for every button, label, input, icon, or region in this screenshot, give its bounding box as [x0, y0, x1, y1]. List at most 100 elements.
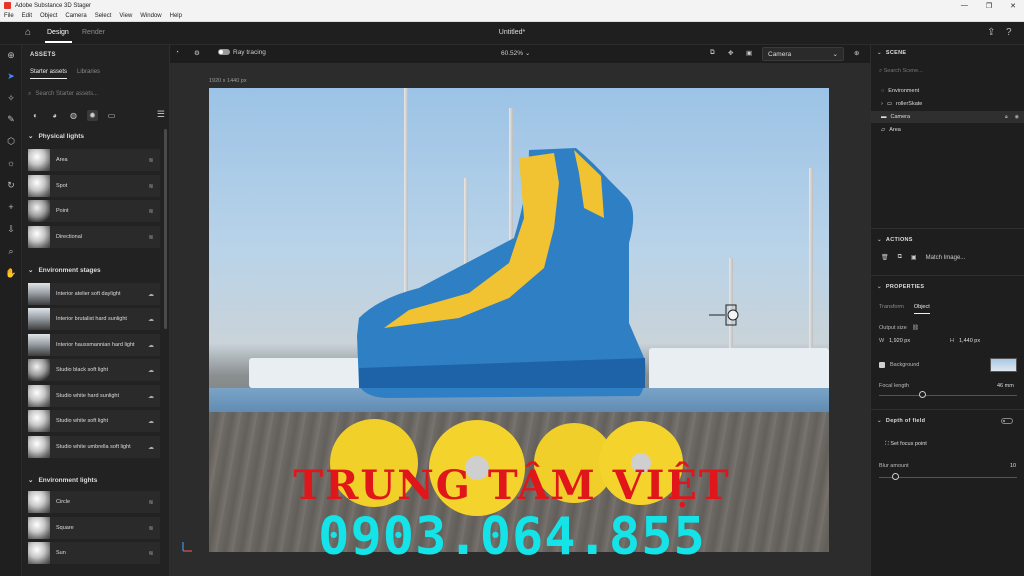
focal-length-slider-track[interactable] [879, 395, 1017, 396]
close-button[interactable]: ✕ [1010, 2, 1016, 10]
match-image-button[interactable]: Match Image... [926, 255, 966, 261]
add-icon[interactable]: ⊕ [5, 49, 17, 61]
snapshot-icon[interactable]: ▣ [746, 49, 752, 57]
tab-object[interactable]: Object [913, 304, 930, 314]
list-view-icon[interactable]: ☰ [157, 109, 165, 120]
match-image-icon[interactable]: ▣ [911, 254, 917, 261]
scene-item-area[interactable]: ▱ Area [871, 124, 1024, 136]
focal-length-slider-knob[interactable] [919, 391, 926, 398]
menu-select[interactable]: Select [95, 13, 112, 19]
duplicate-icon[interactable]: ⧉ [898, 254, 902, 261]
background-image-swatch[interactable] [990, 358, 1017, 372]
hand-icon[interactable]: ✋ [5, 267, 17, 279]
section-environment-stages[interactable]: ⌄ Environment stages [28, 266, 101, 275]
toggle-switch[interactable] [218, 49, 230, 56]
help-icon[interactable]: ? [1006, 27, 1012, 38]
asset-thumbnail [28, 175, 50, 197]
visibility-icon[interactable]: ◉ [1015, 114, 1019, 120]
plus-icon[interactable]: + [5, 201, 17, 213]
cloud-icon[interactable]: ☁ [146, 418, 156, 425]
delete-icon[interactable]: 🗑︎ [881, 254, 889, 261]
rotate-icon[interactable]: ↻ [5, 179, 17, 191]
filter-models-icon[interactable]: ◐ [30, 110, 41, 121]
settings-icon[interactable]: ≋ [146, 208, 156, 215]
filter-images-icon[interactable]: ▭ [106, 110, 117, 121]
scene-header[interactable]: ⌄ SCENE [877, 50, 906, 56]
scene-item-rollerskate[interactable]: › ▭ rollerSkate [871, 98, 1024, 110]
camera-settings-icon[interactable]: ⚙ [194, 49, 200, 57]
scene-search-input[interactable]: ⌕ Search Scene... [879, 68, 923, 75]
actions-header[interactable]: ⌄ ACTIONS [877, 237, 913, 243]
asset-item[interactable]: Studio white umbrella soft light ☁ [28, 436, 160, 458]
menu-camera[interactable]: Camera [65, 13, 86, 19]
filter-lights-icon[interactable]: ✹ [87, 109, 98, 121]
tab-starter-assets[interactable]: Starter assets [30, 69, 68, 79]
section-physical-lights[interactable]: ⌄ Physical lights [28, 132, 84, 141]
cloud-icon[interactable]: ☁ [146, 291, 156, 298]
magic-wand-icon[interactable]: ✧ [5, 92, 17, 104]
scene-item-environment[interactable]: ◌ Environment [871, 85, 1024, 97]
link-icon[interactable]: ⛓ [912, 325, 919, 331]
light-gizmo-icon[interactable] [709, 303, 739, 327]
asset-item[interactable]: Spot ≋ [28, 175, 160, 197]
frame-icon[interactable]: ⧉ [710, 49, 715, 57]
download-icon[interactable]: ⇩ [5, 223, 17, 235]
asset-item[interactable]: Studio black soft light ☁ [28, 359, 160, 381]
asset-item[interactable]: Studio white soft light ☁ [28, 410, 160, 432]
settings-icon[interactable]: ≋ [146, 183, 156, 190]
add-camera-icon[interactable]: ⊕ [854, 49, 859, 57]
zoom-icon[interactable]: ⌕ [5, 245, 17, 257]
assets-scrollbar[interactable] [164, 129, 167, 329]
asset-item[interactable]: Studio white hard sunlight ☁ [28, 385, 160, 407]
light-icon[interactable]: ☼ [5, 157, 17, 169]
transform-icon[interactable]: ✎ [5, 113, 17, 125]
share-icon[interactable]: ⇪ [987, 27, 995, 38]
focal-length-value[interactable]: 46 mm [997, 383, 1014, 389]
assets-search-input[interactable]: Search Starter assets... [35, 91, 98, 97]
cloud-icon[interactable]: ☁ [146, 367, 156, 374]
camera-select[interactable]: Camera ⌄ [762, 47, 844, 61]
settings-icon[interactable]: ≋ [146, 234, 156, 241]
menu-file[interactable]: File [4, 13, 14, 19]
ray-tracing-toggle[interactable]: Ray tracing [218, 49, 266, 56]
cloud-icon[interactable]: ☁ [146, 444, 156, 451]
set-focus-point-button[interactable]: ⛶ Set focus point [885, 441, 927, 448]
cloud-icon[interactable]: ☁ [146, 342, 156, 349]
tab-transform[interactable]: Transform [879, 304, 904, 314]
menu-edit[interactable]: Edit [22, 13, 32, 19]
assets-search[interactable]: ⌕ Search Starter assets... [28, 88, 163, 100]
asset-item[interactable]: Area ≋ [28, 149, 160, 171]
settings-icon[interactable]: ≋ [146, 157, 156, 164]
filter-environments-icon[interactable]: ◍ [68, 110, 79, 121]
scene-item-camera[interactable]: ▬ Camera 🔒︎ ◉ [871, 111, 1024, 123]
asset-item[interactable]: Directional ≋ [28, 226, 160, 248]
asset-item[interactable]: Interior atelier soft daylight ☁ [28, 283, 160, 305]
tab-libraries[interactable]: Libraries [77, 69, 100, 79]
background-checkbox[interactable] [879, 362, 885, 368]
lock-icon[interactable]: 🔒︎ [1005, 114, 1008, 120]
select-tool-icon[interactable]: ➤ [5, 70, 17, 82]
filter-materials-icon[interactable]: ◕ [49, 110, 60, 121]
cloud-icon[interactable]: ☁ [146, 393, 156, 400]
maximize-button[interactable]: ❐ [986, 2, 992, 10]
minimize-button[interactable]: — [961, 2, 968, 9]
depth-of-field-toggle[interactable] [1001, 418, 1013, 424]
menu-window[interactable]: Window [140, 13, 161, 19]
depth-of-field-header[interactable]: ⌄ Depth of field [877, 418, 925, 424]
asset-item[interactable]: Interior haussmannian hard light ☁ [28, 334, 160, 356]
asset-item[interactable]: Interior brutalist hard sunlight ☁ [28, 308, 160, 330]
assets-header: ASSETS [30, 52, 56, 58]
menu-view[interactable]: View [119, 13, 132, 19]
cloud-icon[interactable]: ☁ [146, 316, 156, 323]
asset-item[interactable]: Point ≋ [28, 200, 160, 222]
menu-help[interactable]: Help [170, 13, 182, 19]
zoom-level[interactable]: 60.52% ⌄ [501, 49, 530, 57]
cube-icon[interactable]: ⬡ [5, 135, 17, 147]
chevron-right-icon[interactable]: › [881, 101, 883, 107]
menu-object[interactable]: Object [40, 13, 57, 19]
camera-move-icon[interactable]: ✥ [728, 49, 733, 57]
height-field[interactable]: 1,440 px [959, 338, 980, 344]
properties-header[interactable]: ⌄ PROPERTIES [877, 284, 924, 290]
speed-gauge-icon[interactable]: ◔ [175, 49, 179, 56]
width-field[interactable]: 1,920 px [889, 338, 910, 344]
